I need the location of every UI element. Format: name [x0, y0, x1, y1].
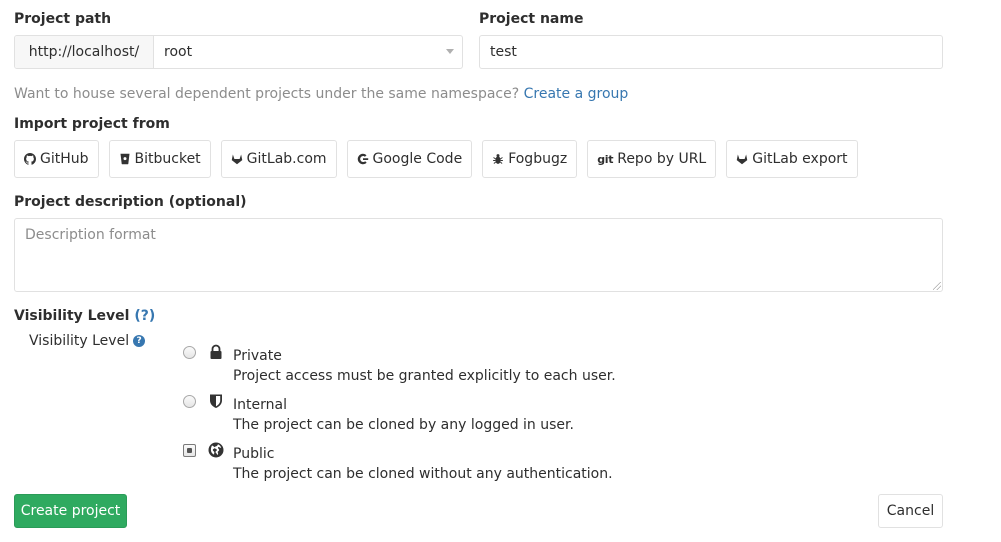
bitbucket-icon: [119, 153, 131, 165]
visibility-public-description: The project can be cloned without any au…: [233, 466, 613, 482]
visibility-radio-public[interactable]: [183, 444, 196, 457]
visibility-label-text: Visibility Level: [14, 308, 130, 324]
github-icon: [24, 153, 36, 165]
project-name-label: Project name: [479, 11, 584, 27]
visibility-radio-private[interactable]: [183, 346, 196, 359]
namespace-value: root: [164, 44, 193, 60]
visibility-sub-label: Visibility Level ?: [29, 333, 146, 349]
description-label: Project description (optional): [14, 194, 247, 210]
namespace-hint-text: Want to house several dependent projects…: [14, 86, 520, 102]
visibility-option-public[interactable]: Public The project can be cloned without…: [183, 442, 683, 484]
import-google-code-button[interactable]: Google Code: [346, 140, 473, 178]
project-name-value: test: [490, 44, 517, 60]
visibility-option-internal[interactable]: Internal The project can be cloned by an…: [183, 393, 683, 435]
namespace-hint: Want to house several dependent projects…: [14, 86, 628, 102]
visibility-sub-label-text: Visibility Level: [29, 333, 130, 349]
visibility-radio-internal[interactable]: [183, 395, 196, 408]
shield-icon: [208, 393, 224, 409]
visibility-help-link[interactable]: (?): [134, 308, 155, 324]
visibility-label: Visibility Level (?): [14, 308, 155, 324]
import-fogbugz-button[interactable]: Fogbugz: [482, 140, 578, 178]
namespace-select[interactable]: root: [154, 36, 462, 68]
bug-icon: [492, 153, 504, 165]
import-gitlab-com-label: GitLab.com: [246, 151, 327, 167]
create-project-button[interactable]: Create project: [14, 494, 127, 528]
visibility-option-private[interactable]: Private Project access must be granted e…: [183, 344, 683, 386]
import-bitbucket-button[interactable]: Bitbucket: [108, 140, 211, 178]
visibility-internal-description: The project can be cloned by any logged …: [233, 417, 574, 433]
import-gitlab-com-button[interactable]: GitLab.com: [220, 140, 337, 178]
import-google-code-label: Google Code: [372, 151, 463, 167]
project-path-label: Project path: [14, 11, 112, 27]
question-circle-icon[interactable]: ?: [133, 335, 146, 347]
import-bitbucket-label: Bitbucket: [134, 151, 201, 167]
git-icon: git: [597, 152, 614, 166]
project-name-input[interactable]: test: [479, 35, 943, 69]
project-path-prefix: http://localhost/: [15, 36, 154, 68]
import-gitlab-export-label: GitLab export: [752, 151, 848, 167]
import-gitlab-export-button[interactable]: GitLab export: [726, 140, 858, 178]
visibility-private-title: Private: [233, 348, 282, 364]
project-path-group: http://localhost/ root: [14, 35, 463, 69]
import-sources: GitHub Bitbucket GitLab.com Google Code …: [14, 140, 858, 178]
google-icon: [357, 153, 369, 165]
visibility-public-title: Public: [233, 446, 275, 462]
resize-handle-icon[interactable]: [933, 282, 941, 290]
gitlab-icon: [736, 153, 748, 165]
gitlab-icon: [231, 153, 243, 165]
cancel-button[interactable]: Cancel: [878, 494, 943, 528]
import-fogbugz-label: Fogbugz: [508, 151, 568, 167]
description-placeholder: Description format: [25, 227, 156, 243]
lock-icon: [208, 344, 224, 360]
globe-icon: [208, 442, 224, 458]
visibility-private-description: Project access must be granted explicitl…: [233, 368, 616, 384]
import-repo-by-url-label: Repo by URL: [617, 151, 707, 167]
import-label: Import project from: [14, 116, 170, 132]
import-repo-by-url-button[interactable]: git Repo by URL: [587, 140, 717, 178]
description-textarea[interactable]: Description format: [14, 218, 943, 292]
chevron-down-icon: [446, 49, 454, 54]
import-github-button[interactable]: GitHub: [14, 140, 99, 178]
import-github-label: GitHub: [40, 151, 89, 167]
create-group-link[interactable]: Create a group: [524, 86, 629, 102]
visibility-internal-title: Internal: [233, 397, 287, 413]
